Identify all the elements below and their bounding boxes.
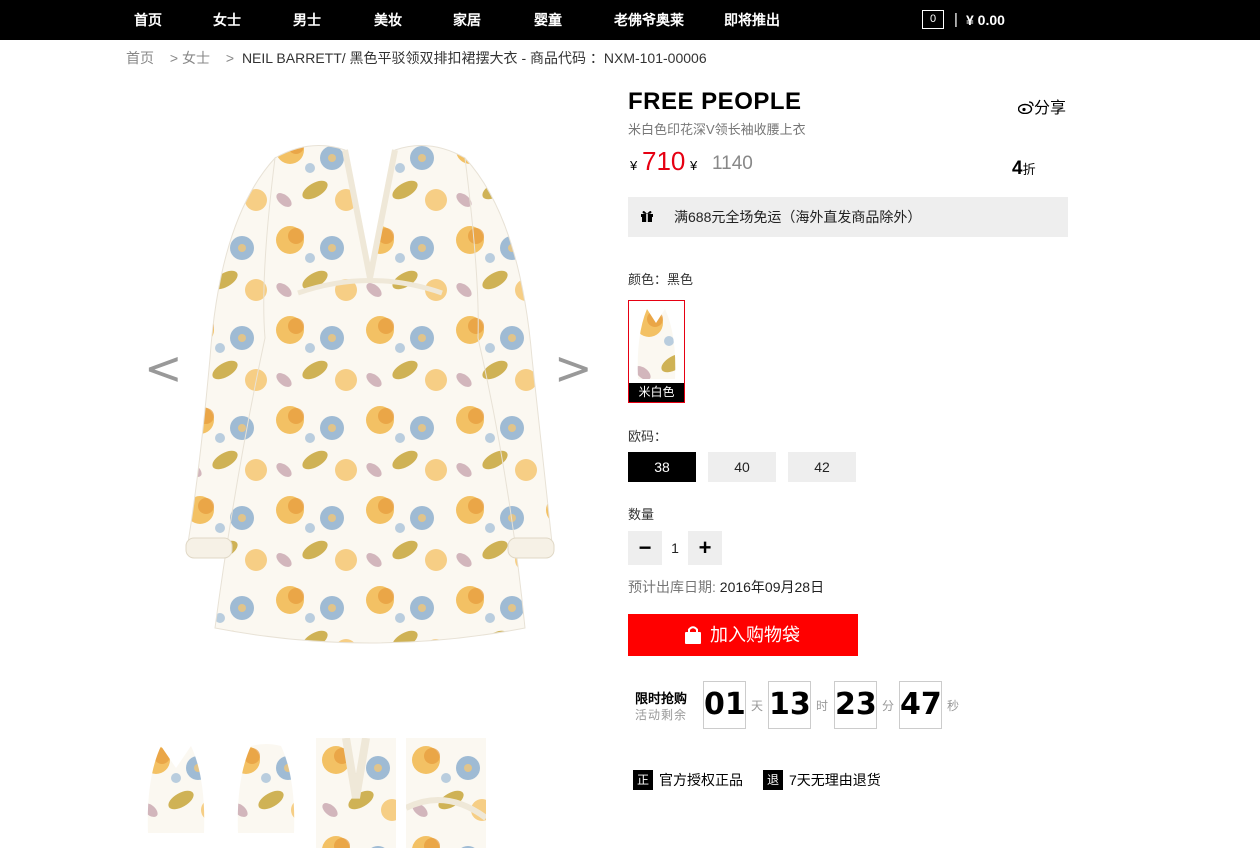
add-to-cart-button[interactable]: 加入购物袋 (628, 614, 858, 656)
flash-sale-subtitle: 活动剩余 (635, 708, 688, 722)
authentic-badge-icon: 正 (633, 770, 653, 790)
discount-unit: 折 (1022, 162, 1036, 177)
cart-count-badge[interactable]: 0 (922, 10, 944, 29)
quantity-decrease-button[interactable]: − (628, 531, 662, 565)
countdown-seconds: 47 (899, 681, 942, 729)
ship-date-label: 预计出库日期: (628, 579, 716, 595)
discount-badge: 4折 (1012, 158, 1036, 180)
countdown-seconds-unit: 秒 (947, 699, 960, 713)
shipping-promo-text: 满688元全场免运（海外直发商品除外） (674, 209, 922, 225)
share-button[interactable]: 分享 (1017, 94, 1067, 118)
thumbnail-image[interactable] (316, 738, 396, 848)
weibo-icon (1017, 101, 1034, 115)
discount-value: 4 (1012, 158, 1023, 179)
breadcrumb: 首页 > 女士 > NEIL BARRETT/ 黑色平驳领双排扣裙摆大衣 - 商… (126, 48, 707, 68)
original-price: 1140 (712, 153, 753, 174)
color-label: 颜色：黑色 (628, 272, 694, 287)
breadcrumb-home[interactable]: 首页 (126, 48, 154, 68)
return-badge-icon: 退 (763, 770, 783, 790)
quantity-label: 数量 (628, 507, 655, 522)
nav-item-outlet[interactable]: 老佛爷奥莱 (614, 0, 684, 40)
color-swatch-label: 米白色 (629, 383, 684, 402)
countdown-minutes-unit: 分 (882, 699, 895, 713)
nav-item-beauty[interactable]: 美妆 (374, 0, 402, 40)
original-price-currency: ¥ (690, 158, 698, 173)
nav-item-home[interactable]: 首页 (134, 0, 162, 40)
add-to-cart-label: 加入购物袋 (710, 625, 800, 645)
breadcrumb-category[interactable]: 女士 (182, 48, 210, 68)
cart-separator: | (954, 11, 958, 28)
top-nav: 首页 女士 男士 美妆 家居 婴童 老佛爷奥莱 即将推出 0 | ¥ 0.00 (0, 0, 1260, 40)
guarantee-returns: 退 7天无理由退货 (763, 770, 881, 790)
breadcrumb-separator: > (225, 50, 235, 66)
nav-item-men[interactable]: 男士 (293, 0, 321, 40)
quantity-value[interactable]: 1 (662, 531, 688, 565)
breadcrumb-product: NEIL BARRETT/ 黑色平驳领双排扣裙摆大衣 - 商品代码 ：NXM-1… (241, 50, 707, 66)
size-option-40[interactable]: 40 (708, 452, 776, 482)
main-product-image (180, 128, 560, 668)
share-label: 分享 (1034, 100, 1067, 117)
thumbnail-image[interactable] (406, 738, 486, 848)
nav-item-kids[interactable]: 婴童 (534, 0, 562, 40)
shopping-bag-icon (685, 626, 701, 644)
quantity-increase-button[interactable]: + (688, 531, 722, 565)
countdown-minutes: 23 (834, 681, 877, 729)
shipping-promo-bar: 满688元全场免运（海外直发商品除外） (628, 197, 1068, 237)
estimated-ship-date: 预计出库日期: 2016年09月28日 (628, 577, 824, 597)
guarantee-returns-text: 7天无理由退货 (789, 772, 881, 788)
breadcrumb-separator: > (169, 50, 179, 66)
ship-date-value: 2016年09月28日 (719, 579, 825, 595)
thumbnail-image[interactable] (226, 738, 306, 848)
thumbnail-image[interactable] (136, 738, 216, 848)
countdown-days-unit: 天 (751, 699, 764, 713)
nav-item-home-living[interactable]: 家居 (453, 0, 481, 40)
gallery-prev-arrow[interactable]: < (144, 338, 183, 398)
price-currency: ¥ (630, 158, 638, 173)
product-brand: FREE PEOPLE (628, 88, 802, 115)
countdown-hours-unit: 时 (816, 699, 829, 713)
nav-item-women[interactable]: 女士 (213, 0, 241, 40)
color-swatch-selected[interactable]: 米白色 (628, 300, 685, 403)
gallery-next-arrow[interactable]: > (554, 338, 593, 398)
size-option-38[interactable]: 38 (628, 452, 696, 482)
countdown-hours: 13 (768, 681, 811, 729)
product-subtitle: 米白色印花深V领长袖收腰上衣 (628, 122, 806, 137)
size-option-42[interactable]: 42 (788, 452, 856, 482)
sale-price: 710 (642, 146, 686, 176)
size-label: 欧码： (628, 429, 668, 444)
flash-sale-title: 限时抢购 (635, 691, 688, 706)
countdown-days: 01 (703, 681, 746, 729)
color-swatch-image (629, 301, 684, 385)
nav-item-coming-soon[interactable]: 即将推出 (724, 0, 780, 40)
gift-icon (641, 211, 653, 222)
guarantee-authentic-text: 官方授权正品 (659, 772, 743, 788)
cart-total[interactable]: ¥ 0.00 (966, 0, 1005, 40)
guarantee-authentic: 正官方授权正品 (633, 770, 743, 790)
